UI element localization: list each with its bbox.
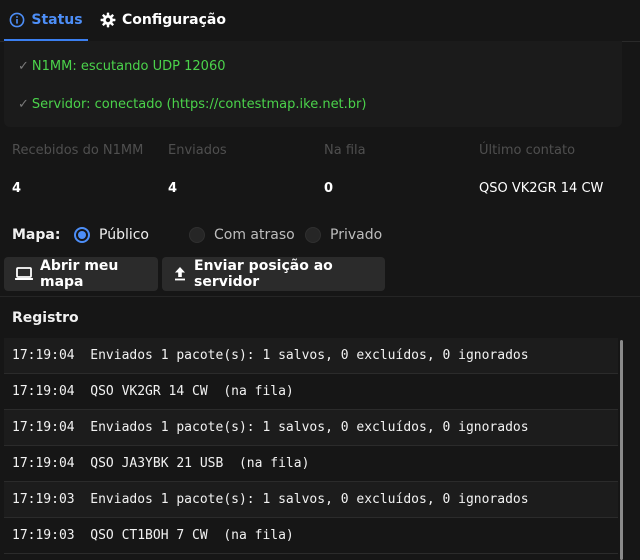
server-status-text: Servidor: conectado (https://contestmap.… [31, 97, 367, 112]
tab-bar: Status Configuração [0, 0, 640, 42]
log-list[interactable]: 17:19:04 Enviados 1 pacote(s): 1 salvos,… [4, 338, 618, 554]
radio-privado-label[interactable]: Privado [330, 227, 382, 243]
open-map-label: Abrir meu mapa [40, 258, 119, 290]
stat-sent-value: 4 [168, 181, 178, 196]
gear-icon [100, 12, 116, 28]
stat-queue-label: Na fila [324, 143, 366, 158]
check-icon: ✓ [18, 59, 29, 74]
radio-publico-label[interactable]: Público [99, 227, 149, 243]
map-label: Mapa: [12, 227, 61, 243]
stat-received-label: Recebidos do N1MM [12, 143, 144, 158]
check-icon: ✓ [18, 97, 29, 112]
send-position-button[interactable]: Enviar posição ao servidor [162, 257, 385, 291]
stat-queue-value: 0 [324, 181, 334, 196]
log-entry: 17:19:03 Enviados 1 pacote(s): 1 salvos,… [4, 482, 618, 518]
log-scrollbar[interactable] [620, 340, 623, 560]
stat-received-value: 4 [12, 181, 22, 196]
stat-last-contact-value: QSO VK2GR 14 CW [479, 181, 604, 196]
send-position-label: Enviar posição ao servidor [194, 258, 333, 290]
log-entry: 17:19:03 QSO CT1BOH 7 CW (na fila) [4, 518, 618, 554]
log-entry: 17:19:04 Enviados 1 pacote(s): 1 salvos,… [4, 338, 618, 374]
n1mm-status: ✓ N1MM: escutando UDP 12060 [18, 59, 226, 74]
stat-last-contact-label: Último contato [479, 143, 576, 158]
map-visibility-group: Mapa: Público Com atraso Privado [0, 222, 640, 250]
tab-status-label: Status [31, 12, 83, 28]
log-entry: 17:19:04 QSO VK2GR 14 CW (na fila) [4, 374, 618, 410]
radio-com-atraso[interactable] [189, 227, 205, 243]
open-map-button[interactable]: Abrir meu mapa [4, 257, 158, 291]
log-entry: 17:19:04 Enviados 1 pacote(s): 1 salvos,… [4, 410, 618, 446]
radio-privado[interactable] [305, 227, 321, 243]
tab-status[interactable]: Status [4, 0, 88, 41]
status-card: ✓ N1MM: escutando UDP 12060 ✓ Servidor: … [4, 41, 622, 127]
stat-sent-label: Enviados [168, 143, 227, 158]
n1mm-status-text: N1MM: escutando UDP 12060 [31, 59, 226, 74]
radio-publico[interactable] [74, 227, 90, 243]
tab-configuracao[interactable]: Configuração [100, 0, 226, 40]
radio-com-atraso-label[interactable]: Com atraso [214, 227, 295, 243]
log-entry: 17:19:04 QSO JA3YBK 21 USB (na fila) [4, 446, 618, 482]
upload-icon [172, 266, 188, 282]
section-divider [0, 296, 640, 297]
info-icon [9, 12, 25, 28]
server-status: ✓ Servidor: conectado (https://contestma… [18, 97, 366, 112]
laptop-icon [14, 266, 34, 282]
tab-configuracao-label: Configuração [122, 12, 226, 28]
log-title: Registro [12, 310, 79, 326]
